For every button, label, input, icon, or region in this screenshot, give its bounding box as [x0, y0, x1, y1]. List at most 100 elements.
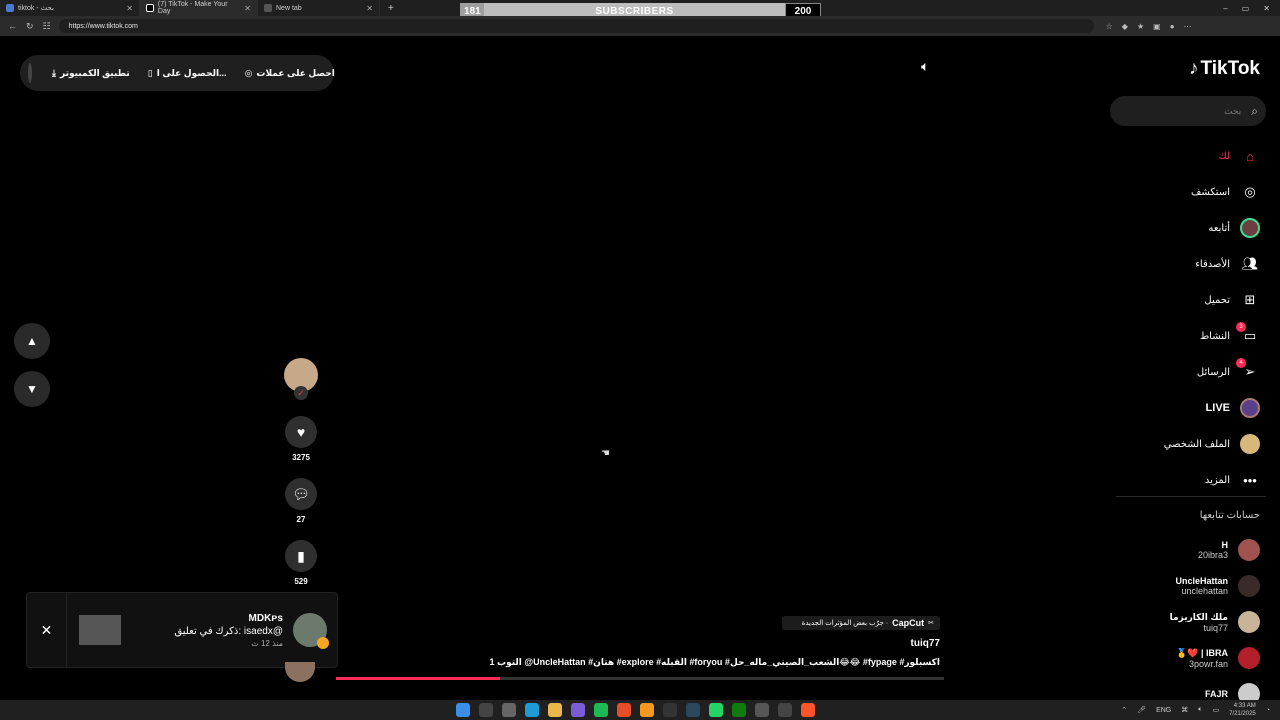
reload-icon[interactable]: ↻ — [26, 21, 34, 32]
spotify-icon[interactable] — [594, 703, 608, 717]
browser-tab-active[interactable]: (7) TikTok - Make Your Day ✕ — [140, 0, 258, 16]
following-account[interactable]: 🥇❤️ | IBRA 3powr.fan — [1176, 640, 1260, 676]
browser-tab[interactable]: tiktok - بحث ✕ — [0, 0, 140, 16]
avatar — [1238, 647, 1260, 669]
close-window-icon[interactable]: ✕ — [1263, 4, 1270, 13]
mic-icon[interactable]: 🎤︎ — [1137, 706, 1146, 714]
star-icon[interactable]: ☆ — [1106, 22, 1113, 31]
network-icon[interactable]: ⌘ — [1181, 706, 1188, 714]
user-avatar[interactable] — [28, 63, 32, 83]
sidebar-item-label: أتابعه — [1208, 222, 1230, 234]
extensions-area: ☆ ◆ ★ ▣ ● ⋯ — [1094, 22, 1192, 31]
language-indicator[interactable]: ENG — [1156, 707, 1171, 714]
tiktok-logo[interactable]: ♪ TikTok — [1189, 58, 1260, 80]
mention-notification[interactable]: ✕ MDKᴘs ذكرك في تعليق: isaedx@ منذ 12 ث — [26, 592, 338, 668]
battery-icon[interactable]: ▭ — [1212, 706, 1219, 714]
sidebar-item-label: الملف الشخصي — [1163, 438, 1230, 450]
new-tab-button[interactable]: + — [380, 3, 402, 14]
close-icon[interactable]: ✕ — [244, 4, 251, 13]
tiktok-favicon-icon — [146, 4, 154, 12]
app-icon[interactable] — [755, 703, 769, 717]
obs-icon[interactable] — [663, 703, 677, 717]
windows-taskbar: ⌃ 🎤︎ ENG ⌘ 🔈︎ ▭ 4:33 AM 7/21/2025 ◔ — [0, 700, 1280, 720]
minimize-icon[interactable]: – — [1223, 4, 1227, 13]
close-icon[interactable]: ✕ — [366, 4, 373, 13]
sidebar-item-upload[interactable]: تحميل ⊞ — [1204, 282, 1260, 318]
video-player[interactable] — [336, 36, 946, 682]
following-account[interactable]: ملك الكاريزما tuiq77 — [1170, 604, 1260, 640]
app-icon[interactable] — [778, 703, 792, 717]
notification-icon[interactable]: ◔ — [1266, 707, 1270, 714]
sidebar-item-friends[interactable]: الأصدقاء 👥︎ — [1195, 246, 1260, 282]
previous-video-button[interactable]: ▲ — [14, 323, 50, 359]
notification-avatar — [293, 613, 329, 649]
favorites-icon[interactable]: ★ — [1137, 22, 1144, 31]
sidebar-item-following[interactable]: أتابعه — [1208, 210, 1260, 246]
search-favicon-icon — [6, 4, 14, 12]
compass-icon: ◎ — [1244, 184, 1256, 199]
desktop-app-button[interactable]: ⤓ تطبيق الكمبيوتر — [52, 68, 130, 79]
action-column: ✓ ♥ 3275 💬︎ 27 ▮ 529 — [283, 358, 319, 586]
discord-icon[interactable] — [571, 703, 585, 717]
sidebar-item-for-you[interactable]: لك ⌂ — [1219, 138, 1260, 174]
like-count: 3275 — [292, 453, 310, 462]
site-info-icon[interactable]: ☷ — [43, 21, 51, 32]
video-author[interactable]: tuiq77 — [911, 638, 940, 649]
creator-avatar[interactable]: ✓ — [284, 358, 318, 400]
start-icon[interactable] — [456, 703, 470, 717]
app-icon[interactable] — [617, 703, 631, 717]
edge-icon[interactable] — [525, 703, 539, 717]
nav-buttons: ← ↻ ☷ — [0, 21, 59, 32]
coin-icon: ◎ — [244, 67, 253, 78]
menu-dots-icon[interactable]: ⋯ — [1184, 22, 1192, 31]
close-icon[interactable]: ✕ — [126, 4, 133, 13]
address-bar-row: ← ↻ ☷ https://www.tiktok.com ☆ ◆ ★ ▣ ● ⋯ — [0, 16, 1280, 36]
volume-icon[interactable]: 🔈︎ — [1198, 706, 1202, 714]
sidebar-item-activity[interactable]: النشاط ▭ 3 — [1200, 318, 1260, 354]
get-coins-button[interactable]: ◎ احصل على عملات — [245, 68, 335, 79]
brave-icon[interactable] — [801, 703, 815, 717]
sidebar-menu: لك ⌂ استكشف ◎ أتابعه الأصدقاء 👥︎ تحميل ⊞ الن… — [1164, 138, 1260, 498]
chevron-up-icon[interactable]: ⌃ — [1121, 706, 1127, 714]
get-app-button[interactable]: ▯ الحصول على ا... — [148, 68, 227, 79]
sidebar-item-label: استكشف — [1191, 186, 1230, 198]
sidebar-item-messages[interactable]: الرسائل ➢ 4 — [1197, 354, 1260, 390]
steam-icon[interactable] — [686, 703, 700, 717]
following-account[interactable]: UncleHattan unclehattan — [1175, 568, 1260, 604]
next-video-button[interactable]: ▼ — [14, 371, 50, 407]
following-account[interactable]: H 20ibra3 — [1198, 532, 1260, 568]
sidebar-item-profile[interactable]: الملف الشخصي — [1164, 426, 1260, 462]
hand-cursor-icon: ☚ — [601, 448, 610, 459]
sidebar-item-live[interactable]: LIVE — [1206, 390, 1260, 426]
task-view-icon[interactable] — [502, 703, 516, 717]
folder-icon[interactable] — [548, 703, 562, 717]
save-button[interactable]: ▮ — [285, 540, 317, 572]
avatar — [1238, 611, 1260, 633]
whatsapp-icon[interactable] — [709, 703, 723, 717]
activity-badge: 3 — [1236, 322, 1246, 332]
avatar — [1238, 539, 1260, 561]
comment-button[interactable]: 💬︎ — [285, 478, 317, 510]
xbox-icon[interactable] — [732, 703, 746, 717]
browser-tab[interactable]: New tab ✕ — [258, 0, 380, 16]
search-icon[interactable]: ⌕ — [1251, 104, 1258, 119]
search-input[interactable]: بحث ⌕ — [1110, 96, 1266, 126]
close-notification-button[interactable]: ✕ — [27, 592, 67, 668]
app-icon[interactable] — [640, 703, 654, 717]
maximize-icon[interactable]: ▭ — [1242, 4, 1250, 13]
clock[interactable]: 4:33 AM 7/21/2025 — [1229, 702, 1256, 718]
back-icon[interactable]: ← — [8, 21, 17, 32]
extension-icon[interactable]: ◆ — [1122, 22, 1128, 31]
url-field[interactable]: https://www.tiktok.com — [58, 19, 1094, 33]
sidebar-item-more[interactable]: المزيد ••• — [1205, 462, 1260, 498]
collections-icon[interactable]: ▣ — [1153, 22, 1161, 31]
profile-avatar-icon[interactable]: ● — [1170, 22, 1175, 31]
volume-icon[interactable]: 🔈︎ — [921, 58, 929, 75]
like-button[interactable]: ♥ — [285, 416, 317, 448]
video-caption: التوب 1 @UncleHattan #هتان #explore #الق… — [489, 657, 940, 667]
follow-check-icon[interactable]: ✓ — [294, 386, 308, 400]
video-progress-bar[interactable] — [336, 677, 944, 680]
capcut-banner[interactable]: جرّب بعض المؤثرات الجديدة · CapCut ✂ — [782, 616, 940, 630]
sidebar-item-explore[interactable]: استكشف ◎ — [1191, 174, 1260, 210]
search-icon[interactable] — [479, 703, 493, 717]
